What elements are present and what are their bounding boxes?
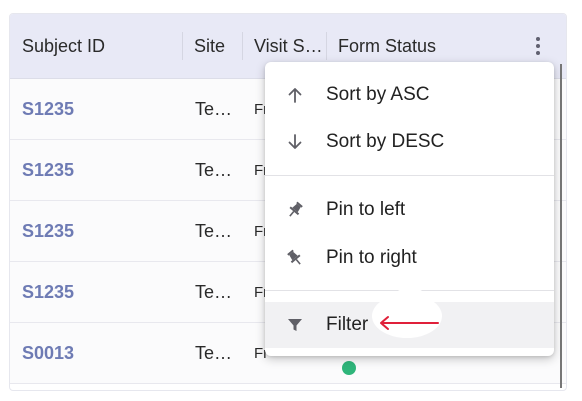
arrow-down-icon	[284, 131, 306, 153]
subject-id-link[interactable]: S1235	[22, 79, 74, 139]
subject-id-link[interactable]: S0013	[22, 323, 74, 383]
column-separator[interactable]	[326, 32, 327, 60]
site-cell: Te…	[195, 342, 233, 363]
menu-item-label: Sort by ASC	[326, 84, 430, 105]
menu-item-pin-right[interactable]: Pin to right	[265, 235, 554, 281]
subject-id-link[interactable]: S1235	[22, 140, 74, 200]
column-separator[interactable]	[242, 32, 243, 60]
status-dot	[342, 361, 356, 375]
pin-icon	[284, 247, 306, 269]
menu-divider	[265, 175, 554, 176]
annotation-highlight	[392, 288, 428, 310]
menu-item-label: Pin to left	[326, 199, 406, 220]
column-menu-icon[interactable]	[528, 36, 548, 56]
menu-item-label: Sort by DESC	[326, 131, 445, 152]
arrow-up-icon	[284, 84, 306, 106]
subject-id-link[interactable]: S1235	[22, 201, 74, 261]
column-header-site[interactable]: Site	[194, 14, 225, 78]
site-cell: Te…	[195, 98, 233, 119]
subject-id-link[interactable]: S1235	[22, 262, 74, 322]
menu-item-label: Filter	[326, 314, 369, 335]
site-cell: Te…	[195, 281, 233, 302]
column-header-subject-id[interactable]: Subject ID	[22, 14, 105, 78]
menu-item-sort-asc[interactable]: Sort by ASC	[265, 72, 554, 118]
site-cell: Te…	[195, 159, 233, 180]
menu-item-pin-left[interactable]: Pin to left	[265, 187, 554, 233]
scrollbar-edge	[560, 64, 562, 388]
filter-icon	[284, 314, 306, 336]
annotation-arrow-icon	[380, 316, 439, 330]
site-cell: Te…	[195, 220, 233, 241]
menu-item-sort-desc[interactable]: Sort by DESC	[265, 119, 554, 165]
menu-item-label: Pin to right	[326, 247, 417, 268]
pin-icon	[284, 199, 306, 221]
column-separator[interactable]	[182, 32, 183, 60]
